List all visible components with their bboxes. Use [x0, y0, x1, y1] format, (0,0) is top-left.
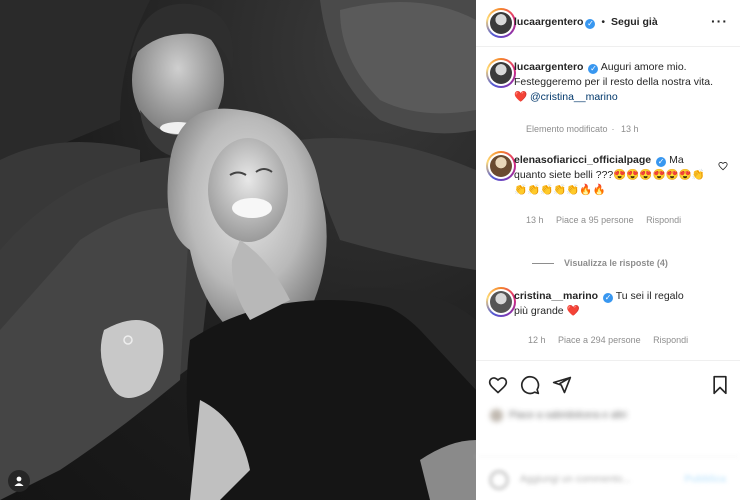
- verified-badge-icon: ✓: [588, 64, 599, 74]
- caption-avatar-ring[interactable]: [486, 58, 516, 88]
- post-side-panel: lucaargentero ✓ • Segui già ··· lucaargen…: [476, 0, 740, 500]
- separator-dot: •: [601, 16, 606, 28]
- caption-text-block: lucaargentero ✓ Auguri amore mio. Festegg…: [514, 60, 714, 105]
- post-header: lucaargentero ✓ • Segui già ···: [476, 0, 740, 47]
- reply-button[interactable]: Rispondi: [653, 335, 688, 345]
- comment-avatar-ring[interactable]: [486, 151, 516, 181]
- avatar: [490, 12, 512, 34]
- comment-item: cristina__marino ✓ Tu sei il regalo più g…: [486, 287, 722, 349]
- verified-badge-icon: ✓: [585, 19, 596, 29]
- verified-badge-icon: ✓: [656, 157, 667, 167]
- comment-time[interactable]: 12 h: [528, 335, 546, 345]
- follow-status-button[interactable]: Segui già: [611, 16, 658, 28]
- edited-label: Elemento modificato: [526, 124, 608, 134]
- post-caption: lucaargentero ✓ Auguri amore mio. Festegg…: [486, 58, 722, 140]
- heart-outline-icon[interactable]: [488, 375, 508, 395]
- add-comment-input[interactable]: Aggiungi un commento...: [520, 474, 631, 485]
- mention-link[interactable]: @cristina__marino: [530, 91, 618, 103]
- comment-username[interactable]: elenasofiaricci_officialpage: [514, 154, 651, 166]
- comment-text-block: cristina__marino ✓ Tu sei il regalo più g…: [514, 289, 694, 319]
- comment-likes-count[interactable]: Piace a 294 persone: [558, 335, 641, 345]
- send-icon[interactable]: [552, 375, 572, 395]
- publish-button[interactable]: Pubblica: [684, 474, 726, 485]
- verified-badge-icon: ✓: [603, 293, 614, 303]
- avatar: [490, 408, 503, 422]
- comment-meta: 13 h Piace a 95 persone Rispondi: [526, 215, 691, 225]
- heart-emoji: ❤️: [514, 91, 528, 103]
- add-comment-bar: Aggiungi un commento... Pubblica: [476, 456, 740, 501]
- caption-username[interactable]: lucaargentero: [514, 61, 583, 73]
- comment-likes-count[interactable]: Piace a 95 persone: [556, 215, 634, 225]
- replies-divider-line: [532, 263, 554, 265]
- author-username[interactable]: lucaargentero: [514, 16, 583, 28]
- avatar: [490, 155, 512, 177]
- comment-meta: 12 h Piace a 294 persone Rispondi: [528, 335, 698, 345]
- comment-item: elenasofiaricci_officialpage ✓ Ma quanto …: [486, 151, 728, 233]
- caption-meta: Elemento modificato · 13 h: [526, 124, 639, 134]
- avatar: [490, 291, 512, 313]
- reply-button[interactable]: Rispondi: [646, 215, 681, 225]
- tag-user-button[interactable]: [8, 470, 30, 492]
- post-author-line: lucaargentero ✓ • Segui già: [514, 16, 658, 29]
- author-avatar-ring[interactable]: [486, 8, 516, 38]
- emoji-smile-icon[interactable]: [490, 471, 508, 489]
- couple-photo-image: [0, 0, 476, 500]
- post-photo[interactable]: [0, 0, 476, 500]
- more-horizontal-icon[interactable]: ···: [711, 14, 728, 28]
- avatar: [490, 62, 512, 84]
- post-date: [490, 436, 580, 444]
- user-tag-icon: [14, 476, 24, 486]
- comment-username[interactable]: cristina__marino: [514, 290, 598, 302]
- comment-like-heart-icon[interactable]: [718, 161, 728, 171]
- post-actions-bar: [476, 360, 740, 409]
- likes-summary-text: Piace a sabridolcera e altri: [509, 409, 627, 421]
- view-replies-label: Visualizza le risposte (4): [564, 258, 668, 268]
- comment-time[interactable]: 13 h: [526, 215, 544, 225]
- likes-summary[interactable]: Piace a sabridolcera e altri: [490, 408, 674, 422]
- comment-icon[interactable]: [520, 375, 540, 395]
- heart-emoji: ❤️: [566, 305, 580, 317]
- view-replies-button[interactable]: Visualizza le risposte (4): [532, 258, 668, 268]
- bookmark-icon[interactable]: [710, 375, 730, 395]
- comment-text-block: elenasofiaricci_officialpage ✓ Ma quanto …: [514, 153, 710, 198]
- caption-time[interactable]: 13 h: [621, 124, 639, 134]
- comment-avatar-ring[interactable]: [486, 287, 516, 317]
